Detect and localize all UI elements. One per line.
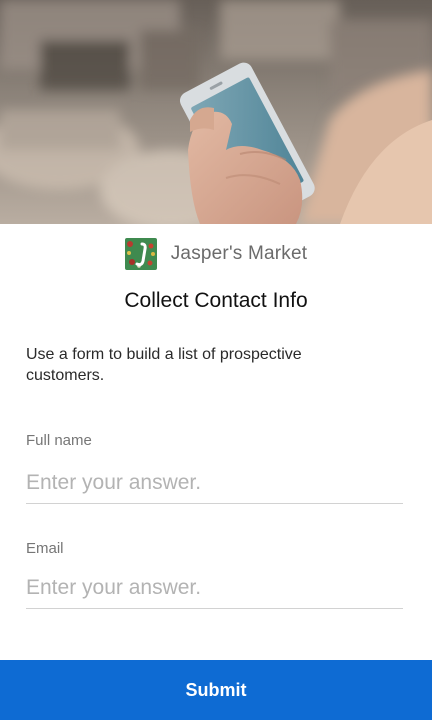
jaspers-market-logo-icon (124, 238, 157, 270)
email-input[interactable] (26, 568, 403, 609)
full-name-input[interactable] (26, 463, 403, 504)
form-title: Collect Contact Info (124, 289, 308, 312)
form-description: Use a form to build a list of prospectiv… (26, 346, 302, 384)
brand-header: Jasper's Market (0, 236, 432, 272)
form-page: Jasper's Market Collect Contact Info Use… (0, 0, 432, 720)
submit-button[interactable]: Submit (0, 660, 432, 720)
full-name-label: Full name (26, 432, 92, 449)
brand-name: Jasper's Market (170, 243, 308, 264)
email-label: Email (26, 540, 64, 557)
hero-image (0, 0, 432, 224)
